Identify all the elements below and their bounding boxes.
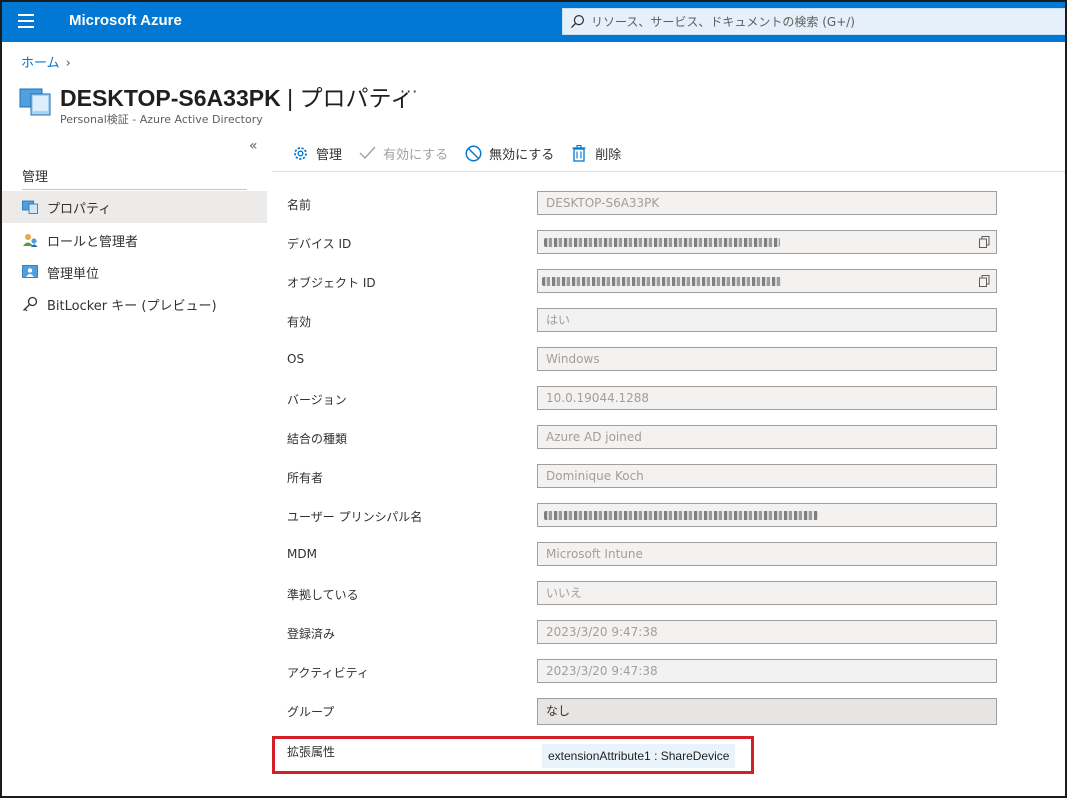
device-icon [21, 199, 39, 215]
property-label-compliant: 準拠している [287, 588, 359, 602]
command-bar: 管理 有効にする 無効にする 削除 [291, 142, 637, 164]
property-value-registered[interactable]: 2023/3/20 9:47:38 [537, 620, 997, 644]
device-name-title: DESKTOP-S6A33PK [60, 85, 281, 111]
page-subtitle: Personal検証 - Azure Active Directory [60, 113, 263, 126]
property-label-groups: グループ [287, 705, 335, 719]
property-value-compliant[interactable]: いいえ [537, 581, 997, 605]
nav-item-properties[interactable]: プロパティ [2, 191, 267, 223]
property-label-activity: アクティビティ [287, 666, 369, 680]
property-label-join-type: 結合の種類 [287, 432, 348, 446]
property-value-groups[interactable]: なし [537, 698, 997, 725]
property-value-extension[interactable]: extensionAttribute1 : ShareDevice [542, 744, 736, 768]
nav-item-label: ロールと管理者 [47, 234, 139, 250]
device-icon [19, 88, 51, 116]
property-value-upn[interactable] [537, 503, 997, 527]
nav-section-heading: 管理 [22, 170, 49, 185]
admin-unit-icon [21, 264, 39, 280]
trash-icon [570, 144, 588, 162]
property-value-activity[interactable]: 2023/3/20 9:47:38 [537, 659, 997, 683]
nav-item-admin-units[interactable]: 管理単位 [2, 256, 267, 288]
more-options-button[interactable]: ··· [400, 82, 418, 101]
portal-window: Microsoft Azure ホーム › DESKTOP-S6A33PK | プ… [0, 0, 1067, 798]
nav-item-label: プロパティ [47, 201, 112, 217]
users-icon [21, 232, 39, 248]
enable-button[interactable]: 有効にする [358, 144, 448, 163]
property-value-name[interactable]: DESKTOP-S6A33PK [537, 191, 997, 215]
checkmark-icon [358, 144, 376, 162]
redacted-value [544, 511, 818, 520]
toolbar-divider [272, 171, 1065, 172]
top-bar: Microsoft Azure [2, 2, 1065, 42]
property-value-owner[interactable]: Dominique Koch [537, 464, 997, 488]
property-label-upn: ユーザー プリンシパル名 [287, 510, 423, 524]
property-label-extension: 拡張属性 [287, 745, 336, 759]
search-input[interactable] [591, 9, 1051, 34]
nav-divider [22, 189, 247, 190]
page-title: DESKTOP-S6A33PK | プロパティ [60, 79, 413, 113]
property-label-mdm: MDM [287, 547, 317, 561]
key-icon [21, 296, 39, 312]
redacted-value [544, 238, 780, 247]
collapse-nav-icon[interactable]: « [249, 138, 258, 154]
brand-name[interactable]: Microsoft Azure [69, 12, 182, 29]
global-search[interactable] [562, 8, 1065, 35]
copy-icon[interactable] [979, 275, 990, 287]
block-icon [464, 144, 482, 162]
nav-item-bitlocker-keys[interactable]: BitLocker キー (プレビュー) [2, 288, 267, 320]
property-value-device-id[interactable] [537, 230, 997, 254]
manage-label: 管理 [316, 147, 343, 163]
property-value-mdm[interactable]: Microsoft Intune [537, 542, 997, 566]
property-label-owner: 所有者 [287, 471, 324, 485]
property-label-enabled: 有効 [287, 315, 312, 329]
property-value-os[interactable]: Windows [537, 347, 997, 371]
manage-button[interactable]: 管理 [291, 144, 342, 163]
enable-label: 有効にする [383, 147, 449, 163]
disable-label: 無効にする [489, 147, 555, 163]
chevron-right-icon: › [65, 56, 71, 71]
property-value-version[interactable]: 10.0.19044.1288 [537, 386, 997, 410]
breadcrumb: ホーム › [21, 52, 71, 71]
blade-name-title: | プロパティ [280, 85, 414, 111]
property-value-object-id[interactable] [537, 269, 997, 293]
disable-button[interactable]: 無効にする [464, 144, 554, 163]
property-label-registered: 登録済み [287, 627, 336, 641]
copy-icon[interactable] [979, 236, 990, 248]
nav-item-label: 管理単位 [47, 266, 100, 282]
delete-label: 削除 [595, 147, 622, 163]
property-label-name: 名前 [287, 198, 312, 212]
nav-item-label: BitLocker キー (プレビュー) [47, 298, 217, 314]
nav-item-roles-admins[interactable]: ロールと管理者 [2, 224, 267, 256]
search-icon [570, 14, 585, 29]
property-label-os: OS [287, 352, 305, 366]
breadcrumb-home-link[interactable]: ホーム [21, 56, 60, 71]
property-label-version: バージョン [287, 393, 347, 407]
property-value-join-type[interactable]: Azure AD joined [537, 425, 997, 449]
hamburger-menu-icon[interactable] [18, 14, 34, 28]
gear-icon [291, 144, 309, 162]
property-label-object-id: オブジェクト ID [287, 276, 376, 290]
property-value-enabled[interactable]: はい [537, 308, 997, 332]
redacted-value [542, 277, 782, 286]
delete-button[interactable]: 削除 [570, 144, 621, 163]
property-label-device-id: デバイス ID [287, 237, 352, 251]
